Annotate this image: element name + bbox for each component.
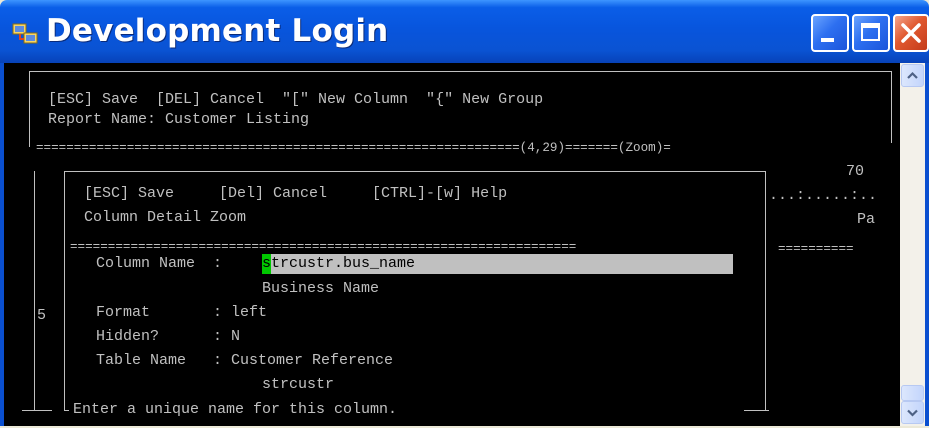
hidden-row: Hidden? : N bbox=[96, 328, 241, 345]
scroll-down-button[interactable] bbox=[901, 401, 924, 424]
close-button[interactable] bbox=[893, 14, 929, 52]
zoom-title: Column Detail Zoom bbox=[84, 209, 247, 226]
outer-box-left-lower bbox=[34, 171, 35, 411]
zoom-box-right bbox=[765, 171, 766, 411]
text-cursor: s bbox=[262, 254, 272, 274]
zoom-box-left bbox=[64, 171, 65, 411]
report-ruler: ========================================… bbox=[36, 141, 671, 155]
scroll-up-button[interactable] bbox=[901, 64, 924, 87]
scroll-thumb[interactable] bbox=[901, 385, 924, 401]
outer-box-bottom-left bbox=[22, 410, 52, 411]
zoom-box-bottom bbox=[64, 410, 69, 411]
table-name-row: Table Name : Customer Reference bbox=[96, 352, 394, 369]
ruler-column-70: 70 bbox=[846, 163, 865, 180]
app-icon bbox=[12, 23, 38, 44]
report-name-line: Report Name: Customer Listing bbox=[48, 111, 310, 128]
outer-box-top bbox=[29, 71, 891, 72]
maximize-icon bbox=[861, 23, 880, 41]
table-name-value: strcustr bbox=[262, 376, 335, 393]
column-name-field[interactable]: strcustr.bus_name bbox=[262, 254, 733, 274]
status-message: Enter a unique name for this column. bbox=[73, 401, 398, 418]
business-name-text: Business Name bbox=[262, 280, 380, 297]
column-name-value: trcustr.bus_name bbox=[271, 255, 416, 272]
column-name-label: Column Name : bbox=[96, 255, 232, 272]
hotkey-help-line: [ESC] Save [DEL] Cancel "[" New Column "… bbox=[48, 91, 544, 108]
title-bar[interactable]: Development Login bbox=[0, 0, 929, 63]
window-title: Development Login bbox=[46, 13, 389, 49]
minimize-button[interactable] bbox=[811, 14, 849, 52]
window-frame-right bbox=[925, 63, 929, 426]
chevron-down-icon bbox=[907, 409, 918, 417]
vertical-scrollbar[interactable] bbox=[900, 63, 925, 426]
format-row: Format : left bbox=[96, 304, 268, 321]
minimize-icon bbox=[821, 38, 834, 42]
close-icon bbox=[901, 23, 921, 43]
ruler-dots: ...:.....:.. bbox=[769, 187, 878, 204]
maximize-button[interactable] bbox=[852, 14, 890, 52]
row-number: 5 bbox=[37, 307, 47, 324]
console-area[interactable]: [ESC] Save [DEL] Cancel "[" New Column "… bbox=[4, 63, 900, 426]
outer-box-left bbox=[29, 71, 30, 147]
ruler-eq: ========== bbox=[778, 242, 854, 256]
ruler-pa: Pa bbox=[857, 211, 876, 228]
zoom-hotkey-line: [ESC] Save [Del] Cancel [CTRL]-[w] Help bbox=[84, 185, 508, 202]
outer-box-right bbox=[891, 71, 892, 143]
chevron-up-icon bbox=[907, 71, 918, 79]
zoom-box-top bbox=[64, 171, 766, 172]
